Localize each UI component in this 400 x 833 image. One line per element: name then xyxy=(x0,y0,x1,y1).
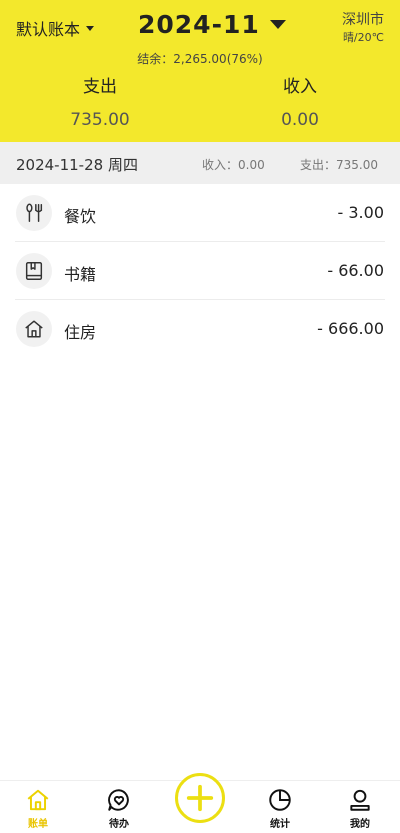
category-name: 书籍 xyxy=(64,265,97,284)
record-row[interactable]: 住房 - 666.00 xyxy=(0,300,400,358)
user-icon xyxy=(350,789,370,811)
record-amount: - 66.00 xyxy=(327,261,384,280)
income-summary: 收入 0.00 xyxy=(240,72,360,130)
month-selector[interactable]: 2024-11 xyxy=(138,10,286,39)
balance-text: 结余：2,265.00(76%) xyxy=(137,52,263,66)
income-label: 收入 xyxy=(283,77,317,97)
record-row[interactable]: 书籍 - 66.00 xyxy=(0,242,400,300)
record-amount: - 3.00 xyxy=(337,203,384,222)
summary-header: 默认账本 2024-11 结余：2,265.00(76%) 深圳市 晴/20℃ … xyxy=(0,0,400,142)
dropdown-arrow-icon xyxy=(86,25,95,31)
pie-chart-icon xyxy=(269,789,291,811)
tab-stats[interactable]: 统计 xyxy=(250,787,310,830)
plus-icon xyxy=(186,784,214,812)
record-amount: - 666.00 xyxy=(317,319,384,338)
heart-chat-icon xyxy=(108,789,129,811)
income-value: 0.00 xyxy=(281,110,319,130)
home-icon xyxy=(27,789,49,811)
tab-label: 我的 xyxy=(350,819,370,830)
expense-summary: 支出 735.00 xyxy=(40,72,160,130)
ledger-name: 默认账本 xyxy=(16,20,81,39)
day-income: 收入：0.00 xyxy=(202,158,265,172)
tab-bills[interactable]: 账单 xyxy=(8,787,68,830)
fork-knife-icon xyxy=(16,195,52,231)
day-expense: 支出：735.00 xyxy=(300,158,378,172)
expense-label: 支出 xyxy=(83,77,117,97)
add-record-button[interactable] xyxy=(175,773,225,823)
weather-label: 晴/20℃ xyxy=(342,31,384,44)
record-row[interactable]: 餐饮 - 3.00 xyxy=(0,184,400,242)
bottom-tab-bar: 账单 待办 统计 我的 xyxy=(0,773,400,833)
tab-label: 待办 xyxy=(109,819,129,830)
city-label: 深圳市 xyxy=(342,12,384,28)
book-icon xyxy=(16,253,52,289)
dropdown-arrow-icon xyxy=(269,20,286,29)
house-icon xyxy=(16,311,52,347)
category-name: 餐饮 xyxy=(64,207,97,226)
expense-value: 735.00 xyxy=(70,110,130,130)
ledger-selector[interactable]: 默认账本 xyxy=(16,16,95,40)
day-date: 2024-11-28 周四 xyxy=(16,156,138,174)
category-name: 住房 xyxy=(64,323,97,342)
tab-label: 统计 xyxy=(270,819,290,830)
month-label: 2024-11 xyxy=(138,10,260,39)
day-group-header: 2024-11-28 周四 收入：0.00 支出：735.00 xyxy=(0,142,400,184)
tab-mine[interactable]: 我的 xyxy=(330,787,390,830)
tab-label: 账单 xyxy=(28,819,48,830)
tab-todo[interactable]: 待办 xyxy=(89,787,149,830)
